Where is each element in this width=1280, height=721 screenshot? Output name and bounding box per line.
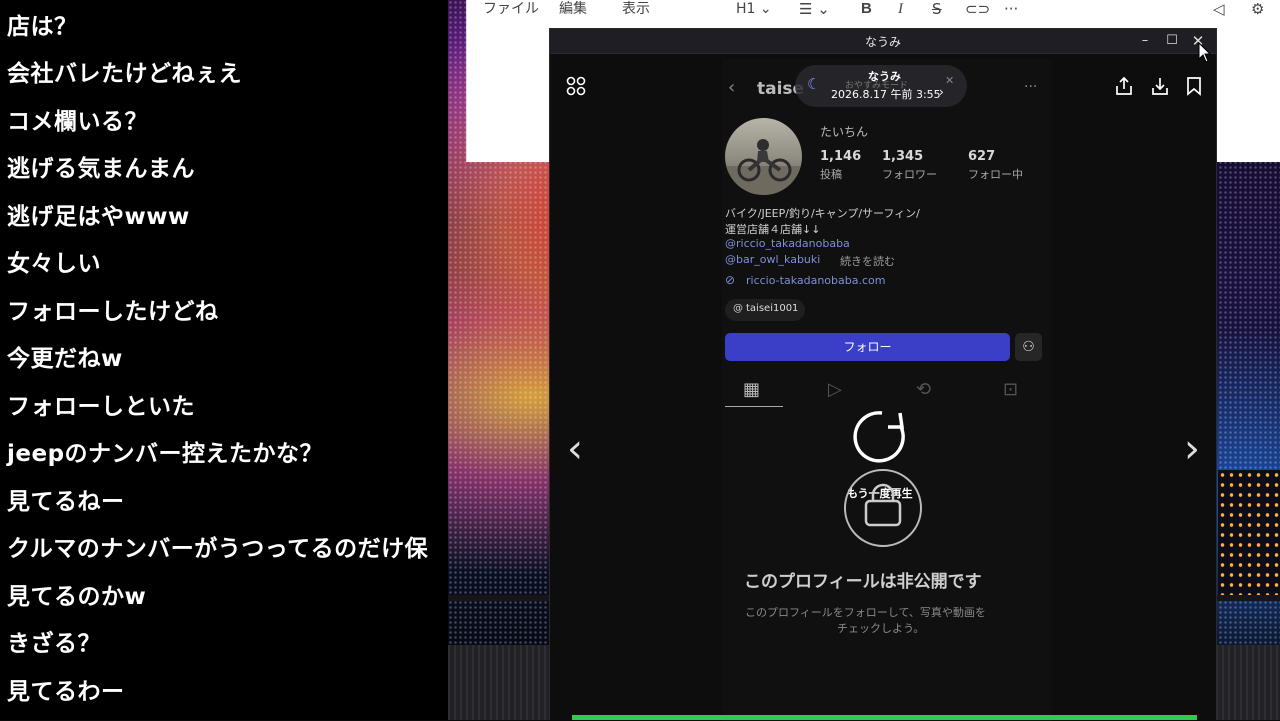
comment-item: 女々しい xyxy=(7,251,101,277)
bold-icon[interactable]: B xyxy=(861,0,872,18)
follow-button[interactable]: フォロー xyxy=(725,333,1010,361)
settings-icon[interactable]: ⚙ xyxy=(1251,0,1264,18)
wallpaper-building xyxy=(1218,470,1280,600)
link-icon[interactable]: ⊂⊃ xyxy=(965,0,990,18)
comment-item: コメ欄いる？ xyxy=(7,109,148,135)
playback-progress-bar[interactable] xyxy=(572,715,1197,720)
menu-view[interactable]: 表示 xyxy=(622,0,650,18)
grid-icon[interactable] xyxy=(566,76,586,100)
chevron-right-icon[interactable]: › xyxy=(1177,429,1207,473)
comment-item: きざる？ xyxy=(7,631,101,657)
private-desc: このプロフィールをフォローして、写真や動画を xyxy=(745,606,986,619)
threads-handle: taisei1001 xyxy=(746,303,799,314)
comment-item: 店は？ xyxy=(7,14,78,40)
tagged-icon[interactable]: ⊡ xyxy=(1003,379,1018,400)
overlay-date: 2026.8.17 午前 3:55 xyxy=(831,88,941,101)
menu-file[interactable]: ファイル xyxy=(483,0,539,18)
following-count[interactable]: 627 xyxy=(968,149,995,164)
overlay-title: なうみ xyxy=(868,70,901,83)
threads-icon: @ xyxy=(733,303,743,314)
comment-item: 見てるのかw xyxy=(7,584,147,610)
viewer-window: なうみ – ☐ ✕ ‹ › ‹ taise ··· たいちん 1,146 投稿 … xyxy=(549,28,1217,721)
website-link[interactable]: riccio-takadanobaba.com xyxy=(746,274,885,287)
instagram-profile: ‹ taise ··· たいちん 1,146 投稿 1,345 フォロワー 62… xyxy=(722,59,1052,721)
maximize-icon[interactable]: ☐ xyxy=(1162,32,1182,50)
link-icon: ⊘ xyxy=(725,273,736,287)
window-title: なうみ xyxy=(864,35,901,49)
private-title: このプロフィールは非公開です xyxy=(744,572,982,592)
moon-icon: ☾ xyxy=(807,75,821,93)
date-overlay[interactable]: ☾ おやすみモード なうみ 2026.8.17 午前 3:55 › ✕ xyxy=(795,65,967,107)
suggest-user-icon[interactable]: ⚇ xyxy=(1015,333,1042,361)
bio-line: バイク/JEEP/釣り/キャンプ/サーフィン/ xyxy=(725,207,920,220)
display-name: たいちん xyxy=(820,125,869,139)
comment-item: 逃げ足はやwww xyxy=(7,204,190,230)
bio-line: 運営店舗４店舗↓↓ xyxy=(725,223,821,236)
more-icon[interactable]: ··· xyxy=(1004,0,1018,18)
reposts-icon[interactable]: ⟲ xyxy=(916,379,931,400)
chevron-down-icon: ⌄ xyxy=(759,1,772,17)
chevron-right-icon[interactable]: › xyxy=(939,85,944,99)
list-icon[interactable]: ☰ ⌄ xyxy=(799,0,830,18)
heading-dropdown[interactable]: H1 ⌄ xyxy=(736,0,772,18)
posts-count: 1,146 xyxy=(820,149,862,164)
menu-edit[interactable]: 編集 xyxy=(559,0,587,18)
comment-item: フォローしたけどね xyxy=(7,299,219,325)
comment-item: 見てるわー xyxy=(7,679,125,705)
comment-item: 逃げる気まんまん xyxy=(7,156,195,182)
lock-icon xyxy=(844,469,922,547)
italic-icon[interactable]: I xyxy=(898,0,903,18)
tab-grid[interactable]: ▦ xyxy=(725,377,783,407)
strikethrough-icon[interactable]: S xyxy=(932,0,942,18)
threads-badge[interactable]: @ taisei1001 xyxy=(725,299,805,321)
read-more-link[interactable]: 続きを読む xyxy=(840,253,895,269)
comment-item: jeepのナンバー控えたかな？ xyxy=(7,441,324,467)
close-icon[interactable]: ✕ xyxy=(945,74,954,87)
heading-label: H1 xyxy=(736,1,756,17)
followers-label[interactable]: フォロワー xyxy=(882,166,937,182)
posts-grid-icon: ▦ xyxy=(743,379,761,400)
more-options-icon[interactable]: ··· xyxy=(1024,79,1037,95)
followers-count[interactable]: 1,345 xyxy=(882,149,923,164)
comment-item: 会社バレたけどねぇえ xyxy=(7,61,242,87)
share-icon[interactable] xyxy=(1114,76,1134,100)
chevron-left-icon[interactable]: ‹ xyxy=(560,429,590,473)
download-icon[interactable] xyxy=(1150,76,1170,100)
private-desc: チェックしよう。 xyxy=(837,622,925,635)
replay-icon[interactable] xyxy=(850,405,914,469)
comment-item: 見てるねー xyxy=(7,489,125,515)
mention-link[interactable]: @riccio_takadanobaba xyxy=(725,237,850,250)
window-titlebar[interactable]: なうみ – ☐ ✕ xyxy=(550,29,1216,54)
reels-icon[interactable]: ▷ xyxy=(828,379,842,400)
mention-link[interactable]: @bar_owl_kabuki xyxy=(725,253,820,266)
bookmark-icon[interactable] xyxy=(1185,76,1203,100)
comment-panel: 店は？ 会社バレたけどねぇえ コメ欄いる？ 逃げる気まんまん 逃げ足はやwww … xyxy=(0,0,448,720)
announce-icon[interactable]: ◁ xyxy=(1213,0,1225,18)
comment-item: フォローしといた xyxy=(7,394,195,420)
posts-label: 投稿 xyxy=(820,168,842,181)
comment-item: クルマのナンバーがうつってるのだけ保 xyxy=(7,536,429,562)
cursor-icon xyxy=(1197,41,1212,68)
minimize-icon[interactable]: – xyxy=(1135,32,1155,50)
avatar xyxy=(725,118,802,195)
back-icon[interactable]: ‹ xyxy=(728,77,735,98)
following-label[interactable]: フォロー中 xyxy=(968,166,1023,182)
comment-item: 今更だねw xyxy=(7,346,123,372)
